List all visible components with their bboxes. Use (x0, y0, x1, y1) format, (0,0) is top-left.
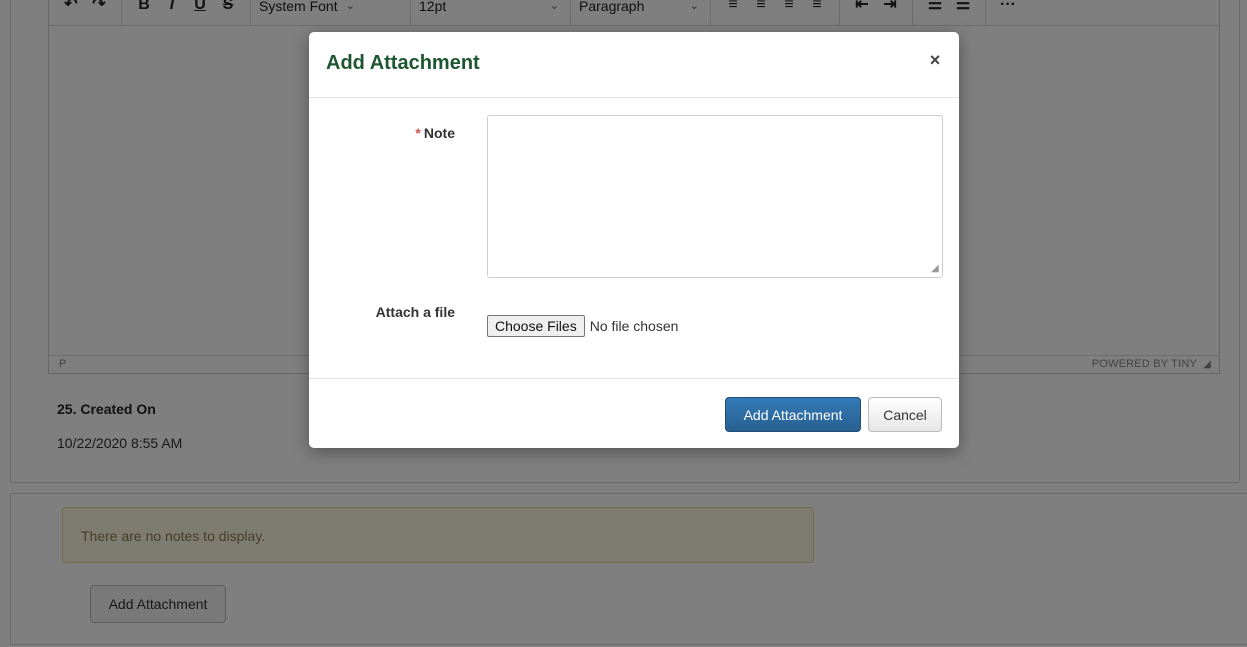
file-status-text: No file chosen (589, 318, 679, 334)
attach-file-label: Attach a file (375, 304, 455, 320)
cancel-button[interactable]: Cancel (868, 397, 942, 432)
note-textarea[interactable] (487, 115, 943, 278)
close-icon[interactable]: × (925, 49, 945, 71)
textarea-resize-icon[interactable]: ◢ (931, 264, 939, 274)
file-picker: Choose Files No file chosen (487, 315, 678, 337)
required-marker: * (415, 125, 421, 141)
note-label-text: Note (423, 125, 455, 141)
dialog-footer: Add Attachment Cancel (309, 378, 959, 448)
choose-files-button[interactable]: Choose Files (487, 315, 585, 337)
submit-attachment-button[interactable]: Add Attachment (725, 397, 861, 432)
dialog-header: Add Attachment × (309, 32, 959, 98)
dialog-title: Add Attachment (326, 52, 480, 74)
add-attachment-dialog: Add Attachment × * Note ◢ Attach a file C… (309, 32, 959, 448)
note-field-label: * Note (415, 125, 455, 141)
page: ↶ ↷ B I U S System Font ⌄ 1 (0, 0, 1247, 647)
